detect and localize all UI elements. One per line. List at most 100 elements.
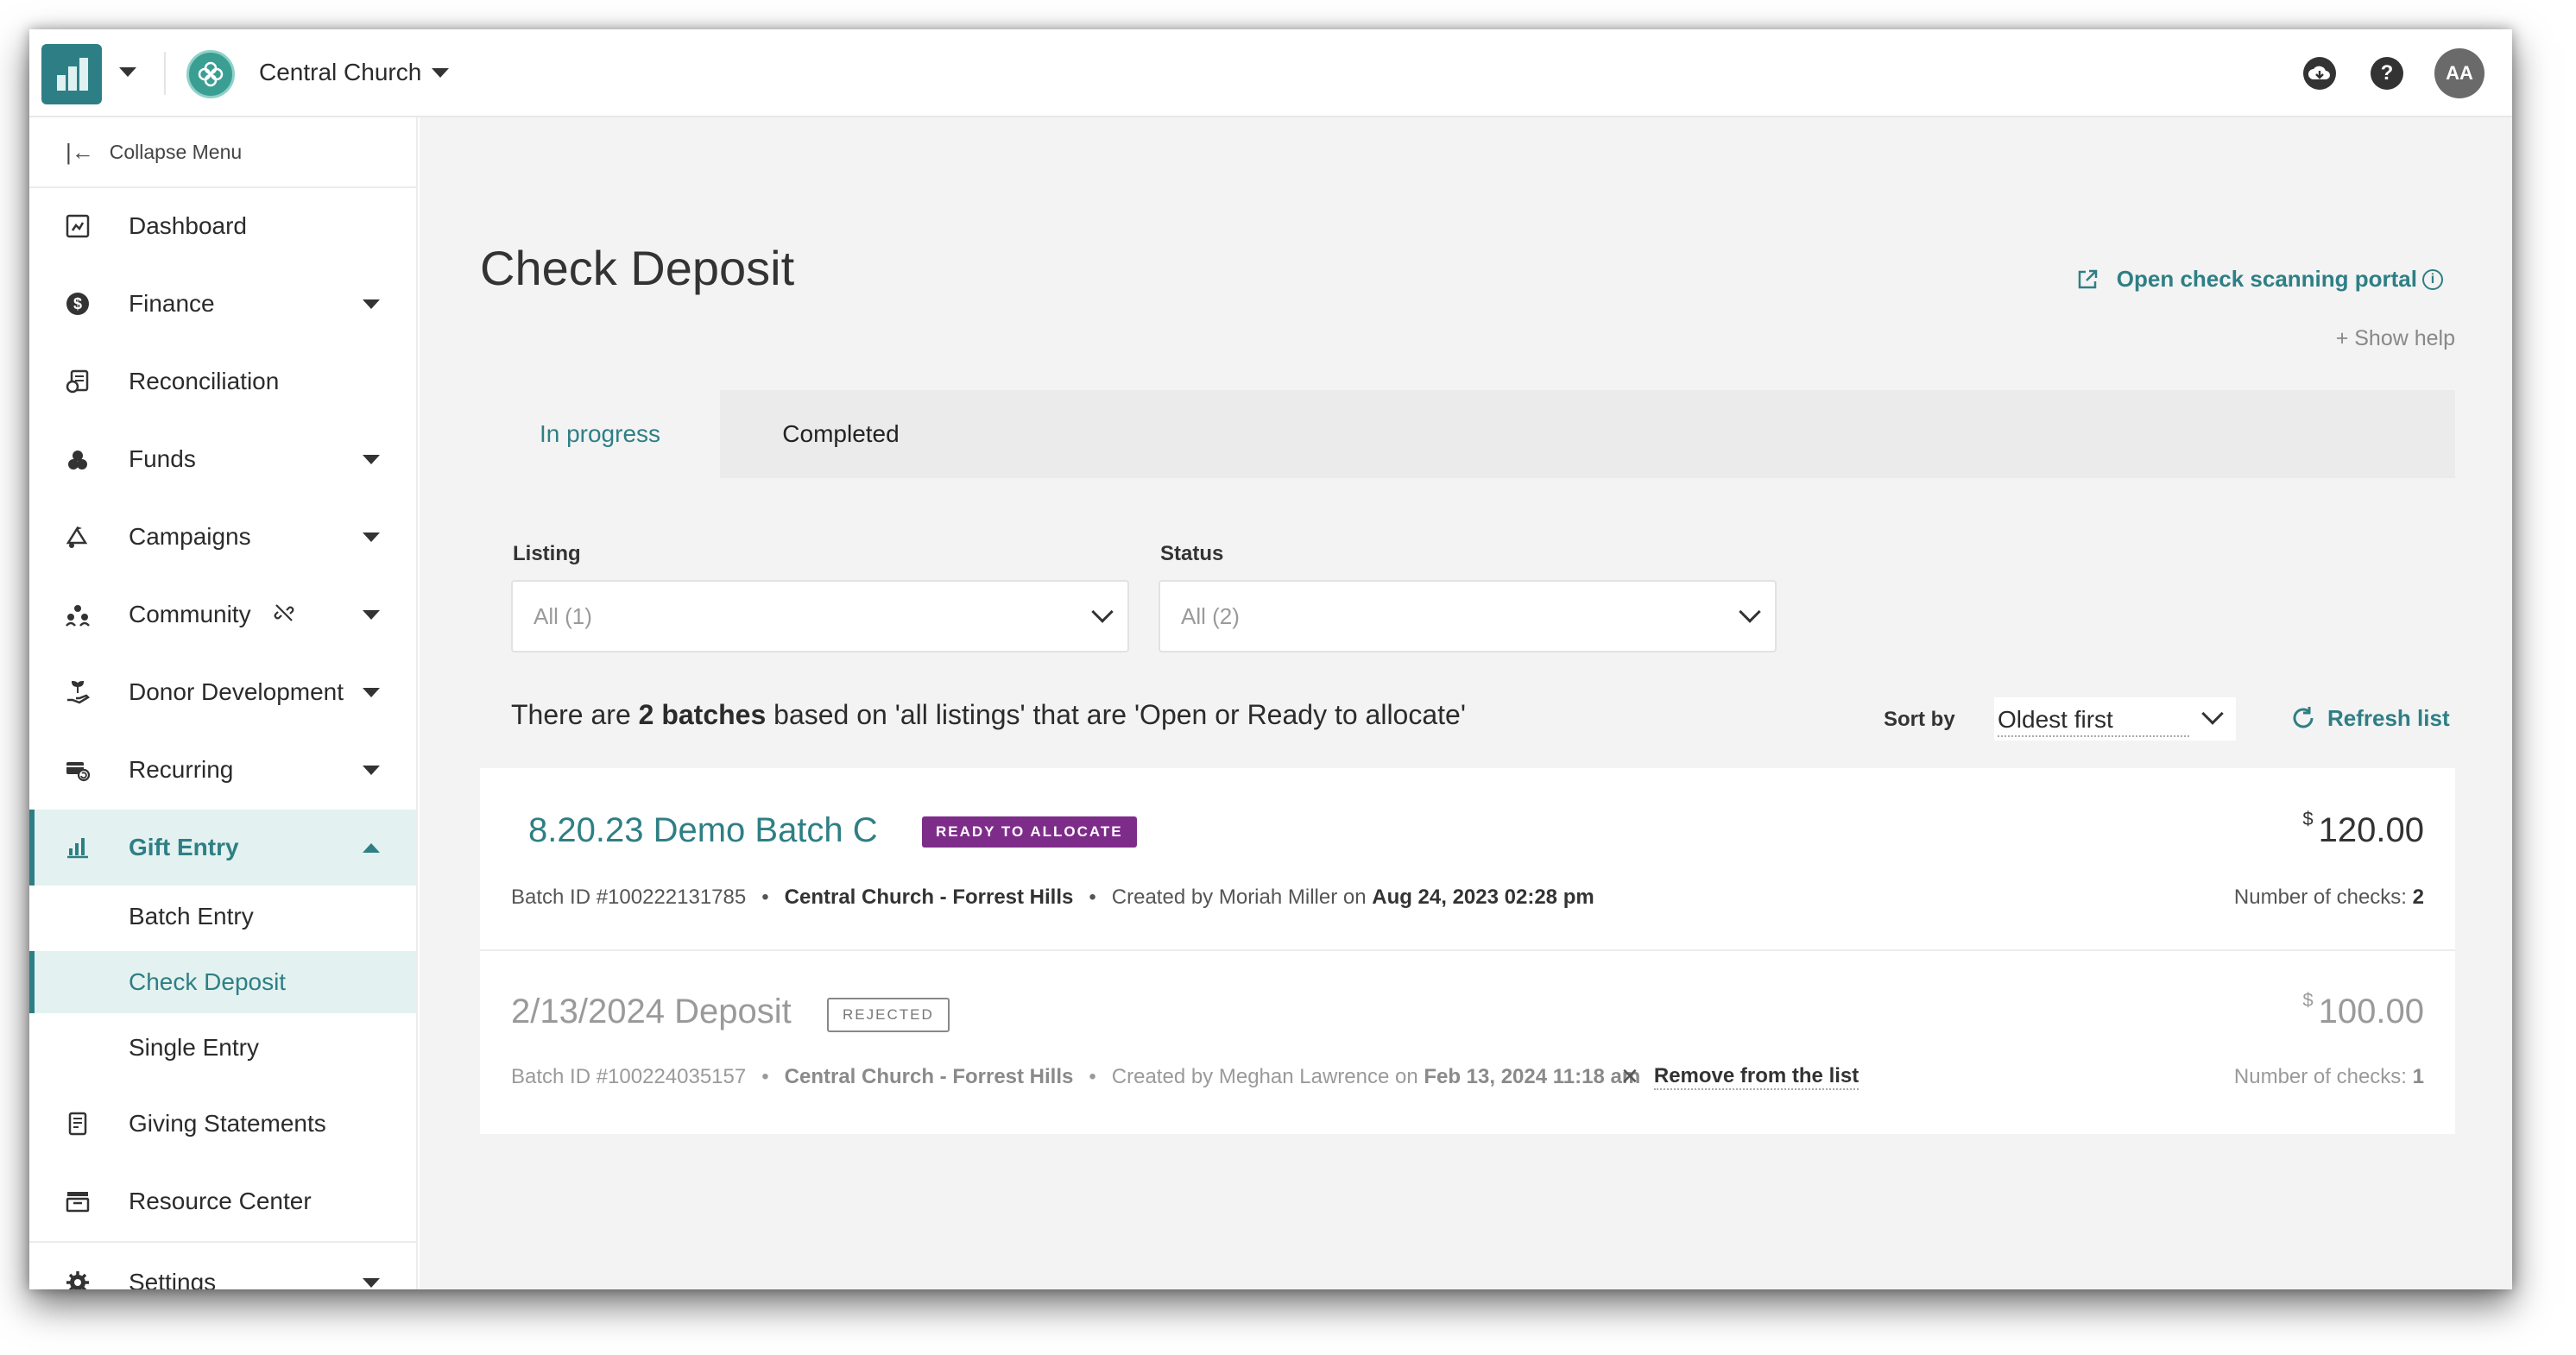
- sidebar-item-donor-development[interactable]: Donor Development: [29, 654, 416, 730]
- open-check-scanning-portal-link[interactable]: Open check scanning portal i: [2075, 266, 2443, 293]
- sidebar-subitem-batch-entry[interactable]: Batch Entry: [29, 885, 416, 948]
- chevron-down-icon: [363, 687, 380, 697]
- chevron-down-icon: [363, 765, 380, 775]
- campaigns-icon: [62, 521, 93, 552]
- sidebar-item-gift-entry[interactable]: Gift Entry: [29, 810, 416, 885]
- sidebar-subitem-label: Batch Entry: [129, 903, 254, 930]
- cloud-download-icon[interactable]: [2303, 57, 2336, 90]
- sidebar-item-campaigns[interactable]: Campaigns: [29, 499, 416, 575]
- sidebar-subitem-check-deposit[interactable]: Check Deposit: [29, 951, 416, 1013]
- info-icon[interactable]: i: [2422, 268, 2443, 290]
- sidebar-item-label: Resource Center: [129, 1188, 312, 1214]
- remove-from-list-button[interactable]: × Remove from the list: [1621, 1060, 1859, 1093]
- user-avatar[interactable]: AA: [2434, 48, 2484, 98]
- batch-amount-value: 100.00: [2318, 993, 2424, 1030]
- close-icon: ×: [1621, 1060, 1638, 1093]
- sidebar-item-label: Giving Statements: [129, 1110, 326, 1137]
- collapse-menu-label: Collapse Menu: [109, 140, 243, 163]
- topbar-divider: [164, 52, 166, 95]
- chevron-down-icon: [363, 454, 380, 464]
- batch-summary-text: There are 2 batches based on 'all listin…: [511, 699, 1466, 731]
- status-badge: REJECTED: [827, 998, 950, 1032]
- svg-text:$: $: [73, 295, 82, 312]
- checks-count: 1: [2412, 1065, 2424, 1088]
- dollar-icon: $: [62, 288, 93, 319]
- sidebar-item-reconciliation[interactable]: Reconciliation: [29, 343, 416, 419]
- reconciliation-icon: [62, 366, 93, 397]
- collapse-menu-button[interactable]: |← Collapse Menu: [29, 117, 416, 188]
- sort-select[interactable]: Oldest first: [1994, 697, 2236, 741]
- listing-select[interactable]: All (1): [511, 580, 1129, 652]
- chevron-down-icon: [363, 1277, 380, 1288]
- refresh-icon: [2293, 707, 2314, 728]
- sidebar-item-resource-center[interactable]: Resource Center: [29, 1163, 416, 1239]
- giving-statements-icon: [62, 1108, 93, 1139]
- gift-entry-icon: [62, 832, 93, 863]
- sort-select-value: Oldest first: [1998, 706, 2189, 737]
- portal-link-label: Open check scanning portal: [2116, 266, 2417, 292]
- app-window: Central Church ? AA |← Collapse Menu Das…: [29, 29, 2512, 1289]
- sidebar-item-settings[interactable]: Settings: [29, 1245, 416, 1289]
- sidebar-item-label: Reconciliation: [129, 368, 280, 394]
- status-badge: READY TO ALLOCATE: [922, 816, 1137, 848]
- sidebar-divider: [29, 1241, 416, 1243]
- donor-development-icon: [62, 677, 93, 708]
- chevron-down-icon: [363, 609, 380, 620]
- batch-created-by: Created by Meghan Lawrence on: [1111, 1065, 1424, 1088]
- sidebar-item-label: Community: [129, 601, 251, 627]
- tab-in-progress[interactable]: In progress: [480, 390, 720, 478]
- sidebar-item-finance[interactable]: $ Finance: [29, 266, 416, 342]
- dashboard-icon: [62, 211, 93, 242]
- sidebar-item-label: Campaigns: [129, 523, 251, 550]
- gear-icon: [62, 1267, 93, 1289]
- refresh-list-button[interactable]: Refresh list: [2289, 704, 2450, 732]
- sort-by-label: Sort by: [1884, 708, 1955, 731]
- batch-amount: $100.00: [2302, 989, 2424, 1031]
- app-switcher-chevron-down-icon[interactable]: [119, 67, 136, 77]
- status-select[interactable]: All (2): [1159, 580, 1777, 652]
- checks-label: Number of checks:: [2233, 885, 2413, 909]
- help-icon[interactable]: ?: [2371, 57, 2403, 90]
- batch-card[interactable]: 8.20.23 Demo Batch C READY TO ALLOCATE B…: [480, 768, 2455, 949]
- chevron-down-icon: [2201, 703, 2224, 725]
- batch-amount-value: 120.00: [2318, 811, 2424, 849]
- currency-symbol: $: [2302, 989, 2314, 1011]
- sidebar-item-funds[interactable]: Funds: [29, 421, 416, 497]
- show-help-link[interactable]: + Show help: [2336, 326, 2455, 351]
- batch-meta: Batch ID #100224035157 • Central Church - …: [511, 1065, 1641, 1088]
- collapse-arrow-icon: |←: [66, 138, 94, 165]
- batch-checks-count: Number of checks: 2: [2234, 885, 2424, 910]
- org-icon[interactable]: [186, 50, 235, 98]
- sidebar-item-label: Dashboard: [129, 212, 247, 239]
- resource-center-icon: [62, 1186, 93, 1217]
- app-logo-icon[interactable]: [41, 44, 102, 104]
- remove-from-list-label: Remove from the list: [1653, 1064, 1859, 1090]
- sidebar-item-giving-statements[interactable]: Giving Statements: [29, 1086, 416, 1162]
- link-broken-icon: [273, 602, 295, 628]
- batch-name-link[interactable]: 8.20.23 Demo Batch C: [528, 811, 878, 850]
- org-name[interactable]: Central Church: [259, 59, 421, 86]
- batch-id: Batch ID #100224035157: [511, 1065, 747, 1088]
- sidebar-item-label: Settings: [129, 1269, 217, 1289]
- sidebar-item-community[interactable]: Community: [29, 577, 416, 652]
- sidebar-subitem-label: Check Deposit: [129, 968, 287, 995]
- sidebar-item-label: Funds: [129, 445, 196, 472]
- checks-label: Number of checks:: [2233, 1065, 2413, 1088]
- listing-select-value: All (1): [534, 602, 592, 629]
- tabs-bar: In progress Completed: [480, 390, 2455, 478]
- chevron-down-icon: [1091, 601, 1114, 623]
- status-filter-label: Status: [1160, 542, 1224, 565]
- summary-count: 2 batches: [638, 699, 767, 730]
- sidebar-item-recurring[interactable]: Recurring: [29, 732, 416, 808]
- sidebar-subitem-single-entry[interactable]: Single Entry: [29, 1017, 416, 1079]
- sidebar-item-dashboard[interactable]: Dashboard: [29, 188, 416, 264]
- top-bar: Central Church ? AA: [29, 29, 2512, 117]
- refresh-list-label: Refresh list: [2327, 704, 2450, 731]
- org-switcher-chevron-down-icon[interactable]: [432, 68, 449, 78]
- page-title: Check Deposit: [480, 241, 795, 295]
- batch-card[interactable]: 2/13/2024 Deposit REJECTED Batch ID #100…: [480, 951, 2455, 1134]
- recurring-icon: [62, 754, 93, 785]
- batch-created-date: Feb 13, 2024 11:18 am: [1424, 1065, 1641, 1088]
- tab-completed[interactable]: Completed: [720, 390, 962, 478]
- external-link-icon: [2078, 269, 2098, 288]
